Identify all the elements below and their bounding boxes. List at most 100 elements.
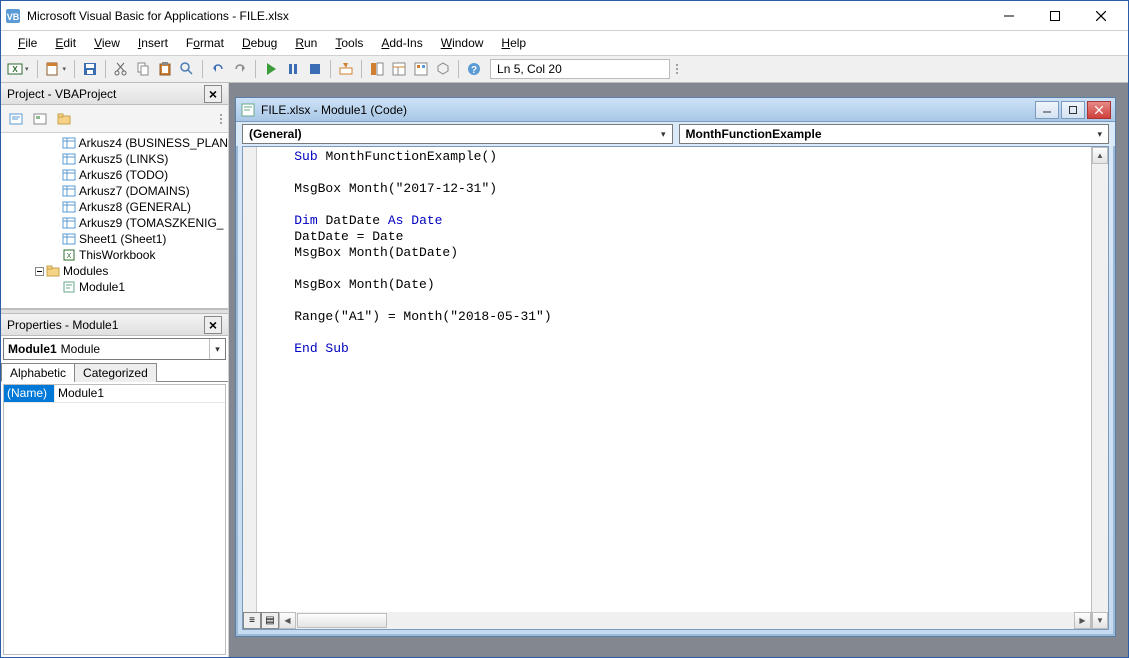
code-vscrollbar[interactable]: ▲ ▼	[1091, 147, 1108, 629]
project-pane-title: Project - VBAProject ×	[1, 83, 228, 105]
properties-pane-close-button[interactable]: ×	[204, 316, 222, 334]
undo-icon[interactable]	[208, 59, 228, 79]
window-titlebar: VB Microsoft Visual Basic for Applicatio…	[1, 1, 1128, 31]
tree-item[interactable]: Modules	[1, 263, 228, 279]
menu-help[interactable]: Help	[492, 33, 535, 53]
book-icon: X	[61, 248, 77, 262]
tab-categorized[interactable]: Categorized	[74, 363, 157, 382]
scroll-right-icon[interactable]: ▶	[1074, 612, 1091, 629]
copy-icon[interactable]	[133, 59, 153, 79]
full-module-view-button[interactable]: ▤	[261, 612, 279, 629]
project-explorer-icon[interactable]	[367, 59, 387, 79]
menu-insert[interactable]: Insert	[129, 33, 177, 53]
object-browser-icon[interactable]	[411, 59, 431, 79]
code-window-body: Sub MonthFunctionExample() MsgBox Month(…	[242, 146, 1109, 630]
tree-item[interactable]: Arkusz8 (GENERAL)	[1, 199, 228, 215]
tree-item-label: Modules	[63, 264, 108, 278]
project-tree[interactable]: Arkusz4 (BUSINESS_PLANArkusz5 (LINKS) Ark…	[1, 133, 228, 309]
find-icon[interactable]	[177, 59, 197, 79]
tree-item[interactable]: Sheet1 (Sheet1)	[1, 231, 228, 247]
properties-window-icon[interactable]	[389, 59, 409, 79]
code-margin[interactable]	[243, 147, 257, 629]
property-name: (Name)	[4, 385, 54, 402]
redo-icon[interactable]	[230, 59, 250, 79]
property-value[interactable]: Module1	[54, 385, 225, 402]
break-icon[interactable]	[283, 59, 303, 79]
project-hscrollbar[interactable]	[1, 299, 228, 309]
reset-icon[interactable]	[305, 59, 325, 79]
tree-item[interactable]: Arkusz7 (DOMAINS)	[1, 183, 228, 199]
scroll-left-icon[interactable]: ◀	[279, 612, 296, 629]
dropdown-arrow-icon[interactable]: ▾	[25, 65, 32, 73]
code-window-titlebar[interactable]: FILE.xlsx - Module1 (Code)	[236, 98, 1115, 122]
menu-addins[interactable]: Add-Ins	[372, 33, 431, 53]
tree-item[interactable]: Arkusz6 (TODO)	[1, 167, 228, 183]
toolbar: X ▾ ▾ ? Ln 5, Col 20	[1, 55, 1128, 83]
procedure-view-button[interactable]: ≡	[243, 612, 261, 629]
mdi-client-area: FILE.xlsx - Module1 (Code) (General)▾ Mo…	[229, 83, 1128, 657]
project-pane-close-button[interactable]: ×	[204, 85, 222, 103]
view-object-icon[interactable]	[29, 108, 51, 130]
save-icon[interactable]	[80, 59, 100, 79]
menubar: File Edit View Insert Format Debug Run T…	[1, 31, 1128, 55]
project-vscrollbar[interactable]	[211, 133, 228, 291]
toolbox-icon[interactable]	[433, 59, 453, 79]
project-pane-title-text: Project - VBAProject	[7, 87, 116, 101]
view-code-icon[interactable]	[5, 108, 27, 130]
menu-file[interactable]: File	[9, 33, 46, 53]
tree-item-label: Arkusz8 (GENERAL)	[79, 200, 191, 214]
object-combo-value: (General)	[249, 127, 302, 141]
sheet-icon	[61, 216, 77, 230]
window-title: Microsoft Visual Basic for Applications …	[27, 9, 986, 23]
view-excel-icon[interactable]: X	[5, 59, 25, 79]
sheet-icon	[61, 152, 77, 166]
properties-object-selector[interactable]: Module1 Module ▾	[3, 338, 226, 360]
code-window-maximize-button[interactable]	[1061, 101, 1085, 119]
procedure-combo[interactable]: MonthFunctionExample▾	[679, 124, 1110, 144]
menu-debug[interactable]: Debug	[233, 33, 286, 53]
tree-item-label: Arkusz6 (TODO)	[79, 168, 168, 182]
cut-icon[interactable]	[111, 59, 131, 79]
properties-grid[interactable]: (Name)Module1	[3, 384, 226, 655]
svg-text:VB: VB	[7, 12, 20, 22]
help-icon[interactable]: ?	[464, 59, 484, 79]
window-maximize-button[interactable]	[1032, 1, 1078, 31]
tab-alphabetic[interactable]: Alphabetic	[1, 363, 75, 382]
code-hscrollbar[interactable]: ◀ ▶	[279, 612, 1091, 629]
tree-item[interactable]: Module1	[1, 279, 228, 295]
tree-item[interactable]: Arkusz5 (LINKS)	[1, 151, 228, 167]
toggle-folders-icon[interactable]	[53, 108, 75, 130]
menu-view[interactable]: View	[85, 33, 129, 53]
tree-item-label: ThisWorkbook	[79, 248, 155, 262]
chevron-down-icon: ▾	[209, 339, 225, 359]
paste-icon[interactable]	[155, 59, 175, 79]
insert-module-icon[interactable]	[43, 59, 63, 79]
tree-item[interactable]: Arkusz9 (TOMASZKENIG_	[1, 215, 228, 231]
tree-item-label: Arkusz5 (LINKS)	[79, 152, 168, 166]
dropdown-arrow-icon[interactable]: ▾	[63, 65, 70, 73]
menu-tools[interactable]: Tools	[326, 33, 372, 53]
scroll-thumb[interactable]	[297, 613, 387, 628]
code-window: FILE.xlsx - Module1 (Code) (General)▾ Mo…	[235, 97, 1116, 637]
scroll-down-icon[interactable]: ▼	[1092, 612, 1108, 629]
svg-text:X: X	[67, 253, 72, 260]
code-window-title: FILE.xlsx - Module1 (Code)	[261, 103, 407, 117]
tree-item[interactable]: X ThisWorkbook	[1, 247, 228, 263]
scroll-up-icon[interactable]: ▲	[1092, 147, 1108, 164]
window-close-button[interactable]	[1078, 1, 1124, 31]
menu-edit[interactable]: Edit	[46, 33, 85, 53]
object-combo[interactable]: (General)▾	[242, 124, 673, 144]
design-mode-icon[interactable]	[336, 59, 356, 79]
tree-item[interactable]: Arkusz4 (BUSINESS_PLAN	[1, 135, 228, 151]
menu-run[interactable]: Run	[286, 33, 326, 53]
code-window-minimize-button[interactable]	[1035, 101, 1059, 119]
sheet-icon	[61, 184, 77, 198]
properties-pane-title-text: Properties - Module1	[7, 318, 118, 332]
property-row[interactable]: (Name)Module1	[4, 385, 225, 403]
menu-format[interactable]: Format	[177, 33, 233, 53]
window-minimize-button[interactable]	[986, 1, 1032, 31]
run-icon[interactable]	[261, 59, 281, 79]
menu-window[interactable]: Window	[432, 33, 493, 53]
code-editor[interactable]: Sub MonthFunctionExample() MsgBox Month(…	[257, 147, 1091, 629]
code-window-close-button[interactable]	[1087, 101, 1111, 119]
